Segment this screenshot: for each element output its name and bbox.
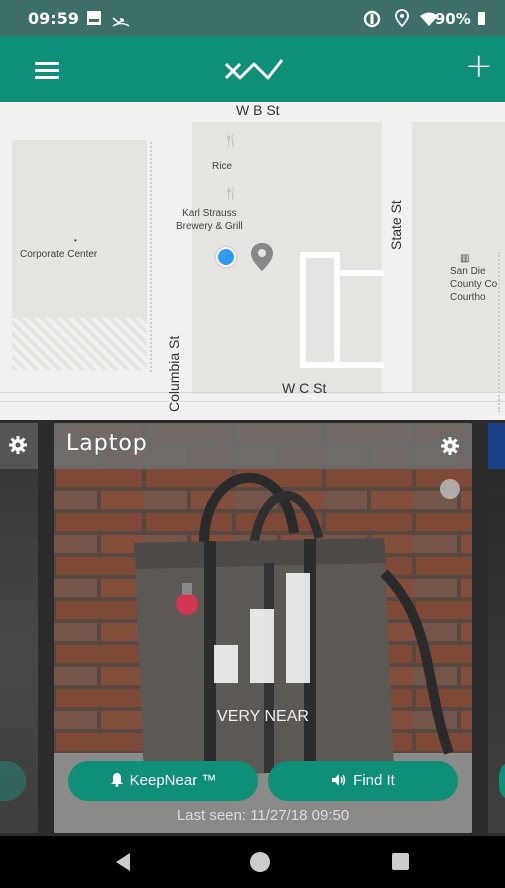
map-lane — [300, 252, 340, 368]
poi-rice[interactable]: Rice — [212, 160, 232, 173]
xy-logo — [222, 50, 286, 92]
map-block-hatched — [12, 318, 147, 370]
find-it-label: Find It — [353, 772, 395, 789]
card-header: Laptop — [54, 423, 472, 469]
map-block — [412, 122, 505, 392]
street-label-top: W B St — [236, 102, 280, 118]
next-device-card[interactable] — [488, 423, 505, 833]
poi-courthouse[interactable]: San Die County Co Courtho — [450, 265, 497, 304]
app-bar: + — [0, 36, 505, 102]
add-device-icon[interactable]: + — [465, 46, 494, 86]
find-it-button[interactable]: Find It — [268, 761, 458, 801]
restaurant-icon: 🍴 — [224, 135, 238, 147]
street-label-left: Columbia St — [166, 335, 182, 412]
restaurant-icon: 🍴 — [224, 188, 238, 200]
my-location-dot — [216, 247, 236, 267]
home-icon[interactable] — [250, 852, 270, 872]
missed-call-icon — [112, 12, 130, 31]
proximity-status: VERY NEAR — [217, 708, 309, 725]
status-bar: 09:59 90% — [0, 0, 505, 36]
bell-icon — [110, 763, 124, 803]
street-label-right: State St — [388, 200, 404, 250]
previous-device-card[interactable] — [0, 423, 38, 833]
status-time: 09:59 — [28, 9, 79, 28]
battery-percent: 90% — [435, 10, 485, 28]
map-path — [150, 142, 152, 372]
data-saver-icon — [363, 10, 381, 32]
map-lane — [338, 362, 384, 368]
back-icon[interactable] — [116, 853, 130, 871]
device-name: Laptop — [66, 431, 148, 456]
last-seen-text: Last seen: 11/27/18 09:50 — [176, 807, 350, 824]
poi-dot-icon: • — [74, 236, 77, 245]
battery-icon — [478, 12, 485, 25]
poi-corporate-center[interactable]: Corporate Center — [20, 248, 97, 261]
street-label-bottom: W C St — [282, 380, 327, 396]
device-card-laptop[interactable]: Laptop VERY NEAR KeepNear ™ Find It Last… — [54, 423, 472, 833]
gear-icon[interactable] — [440, 436, 460, 460]
keepnear-button[interactable]: KeepNear ™ — [68, 761, 258, 801]
map-path — [498, 252, 500, 412]
keepnear-label: KeepNear ™ — [129, 772, 217, 789]
map-block — [12, 140, 147, 318]
image-notification-icon — [86, 10, 102, 30]
recent-apps-icon[interactable] — [392, 853, 409, 870]
gear-icon[interactable] — [8, 435, 28, 459]
poi-karl-strauss[interactable]: Karl Strauss Brewery & Grill — [176, 207, 243, 233]
map-pin-icon[interactable] — [250, 242, 274, 276]
courthouse-icon: ▥ — [460, 253, 470, 264]
system-nav-bar — [0, 836, 505, 888]
map-lane — [338, 270, 384, 276]
map-view[interactable]: W B St W C St Columbia St State St 🍴 Ric… — [0, 102, 505, 420]
map-road — [0, 392, 505, 402]
speaker-icon — [331, 763, 347, 803]
hamburger-menu-icon[interactable] — [35, 62, 59, 79]
location-icon — [395, 9, 409, 31]
